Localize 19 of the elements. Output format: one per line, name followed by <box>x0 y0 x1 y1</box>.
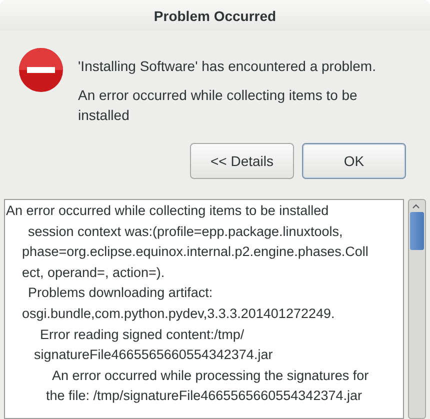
detail-line: phase=org.eclipse.equinox.internal.p2.engine.phases.Coll <box>21 243 370 262</box>
detail-line: osgi.bundle,com.python.pydev,3.3.3.201401272249. <box>21 304 336 323</box>
detail-line: An error occurred while collecting items to be installed <box>6 202 330 220</box>
detail-line: Problems downloading artifact: <box>27 284 214 302</box>
error-icon <box>18 47 64 93</box>
scroll-thumb[interactable] <box>410 212 424 250</box>
detail-line: ect, operand=, action=). <box>21 264 166 282</box>
details-button[interactable]: << Details <box>190 143 294 179</box>
detail-line: the file: /tmp/signatureFile4665565660554342374.jar <box>45 387 363 406</box>
window-title: Problem Occurred <box>154 8 276 24</box>
detail-line: session context was:(profile=epp.package.linuxtools, <box>27 222 344 241</box>
error-headline: 'Installing Software' has encountered a problem. <box>78 57 377 76</box>
detail-line: An error occurred while processing the signatures for <box>51 366 370 385</box>
ok-button[interactable]: OK <box>302 143 406 179</box>
detail-line: Error reading signed content:/tmp/ <box>39 326 246 344</box>
error-message: An error occurred while collecting items to be installed <box>78 86 358 125</box>
detail-line: signatureFile4665565660554342374.jar <box>33 346 274 364</box>
details-text-area[interactable] <box>4 199 404 419</box>
scrollbar[interactable] <box>408 199 426 419</box>
